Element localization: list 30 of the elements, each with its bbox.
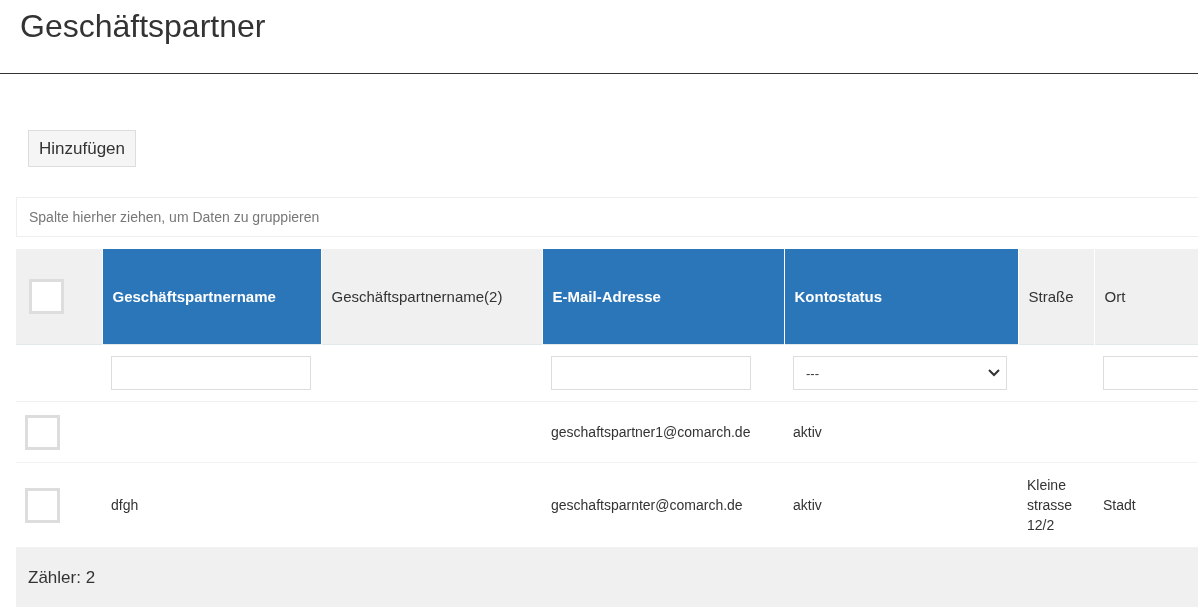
table-cell: dfgh [111, 496, 139, 513]
column-label: Straße [1028, 288, 1074, 305]
column-label: E-Mail-Adresse [552, 288, 661, 305]
column-header[interactable]: Geschäftspartnername [102, 249, 321, 345]
column-label: Geschäftspartnername(2) [331, 288, 503, 305]
chevron-down-icon [988, 369, 1000, 377]
checkbox[interactable] [25, 414, 60, 450]
table-cell: geschaftspartner1@comarch.de [551, 423, 751, 440]
column-header[interactable]: Geschäftspartnername(2) [321, 249, 542, 345]
table-cell: aktiv [793, 496, 822, 513]
row-count: Zähler: 2 [28, 568, 96, 588]
table-cell: Stadt [1103, 496, 1136, 513]
table-cell: aktiv [793, 423, 822, 440]
add-button[interactable]: Hinzufügen [28, 130, 136, 167]
filter-dropdown[interactable]: --- [793, 356, 1007, 390]
column-header[interactable]: Straße [1018, 249, 1094, 345]
column-header[interactable]: E-Mail-Adresse [542, 249, 784, 345]
column-header[interactable]: Kontostatus [784, 249, 1018, 345]
table-cell: Kleine strasse 12/2 [1027, 476, 1073, 534]
filter-field[interactable] [111, 356, 311, 390]
column-label: Kontostatus [794, 288, 882, 305]
filter-field[interactable] [551, 356, 751, 390]
checkbox[interactable] [29, 279, 64, 314]
group-panel[interactable]: Spalte hierher ziehen, um Daten zu gruppieren [16, 197, 1198, 237]
column-label: Geschäftspartnername [112, 288, 276, 305]
table-cell: geschaftsparnter@comarch.de [551, 496, 743, 513]
column-label: Ort [1104, 288, 1126, 305]
page-title: Geschäftspartner [20, 7, 266, 45]
checkbox[interactable] [25, 487, 60, 523]
column-header[interactable]: Ort [1094, 249, 1198, 345]
